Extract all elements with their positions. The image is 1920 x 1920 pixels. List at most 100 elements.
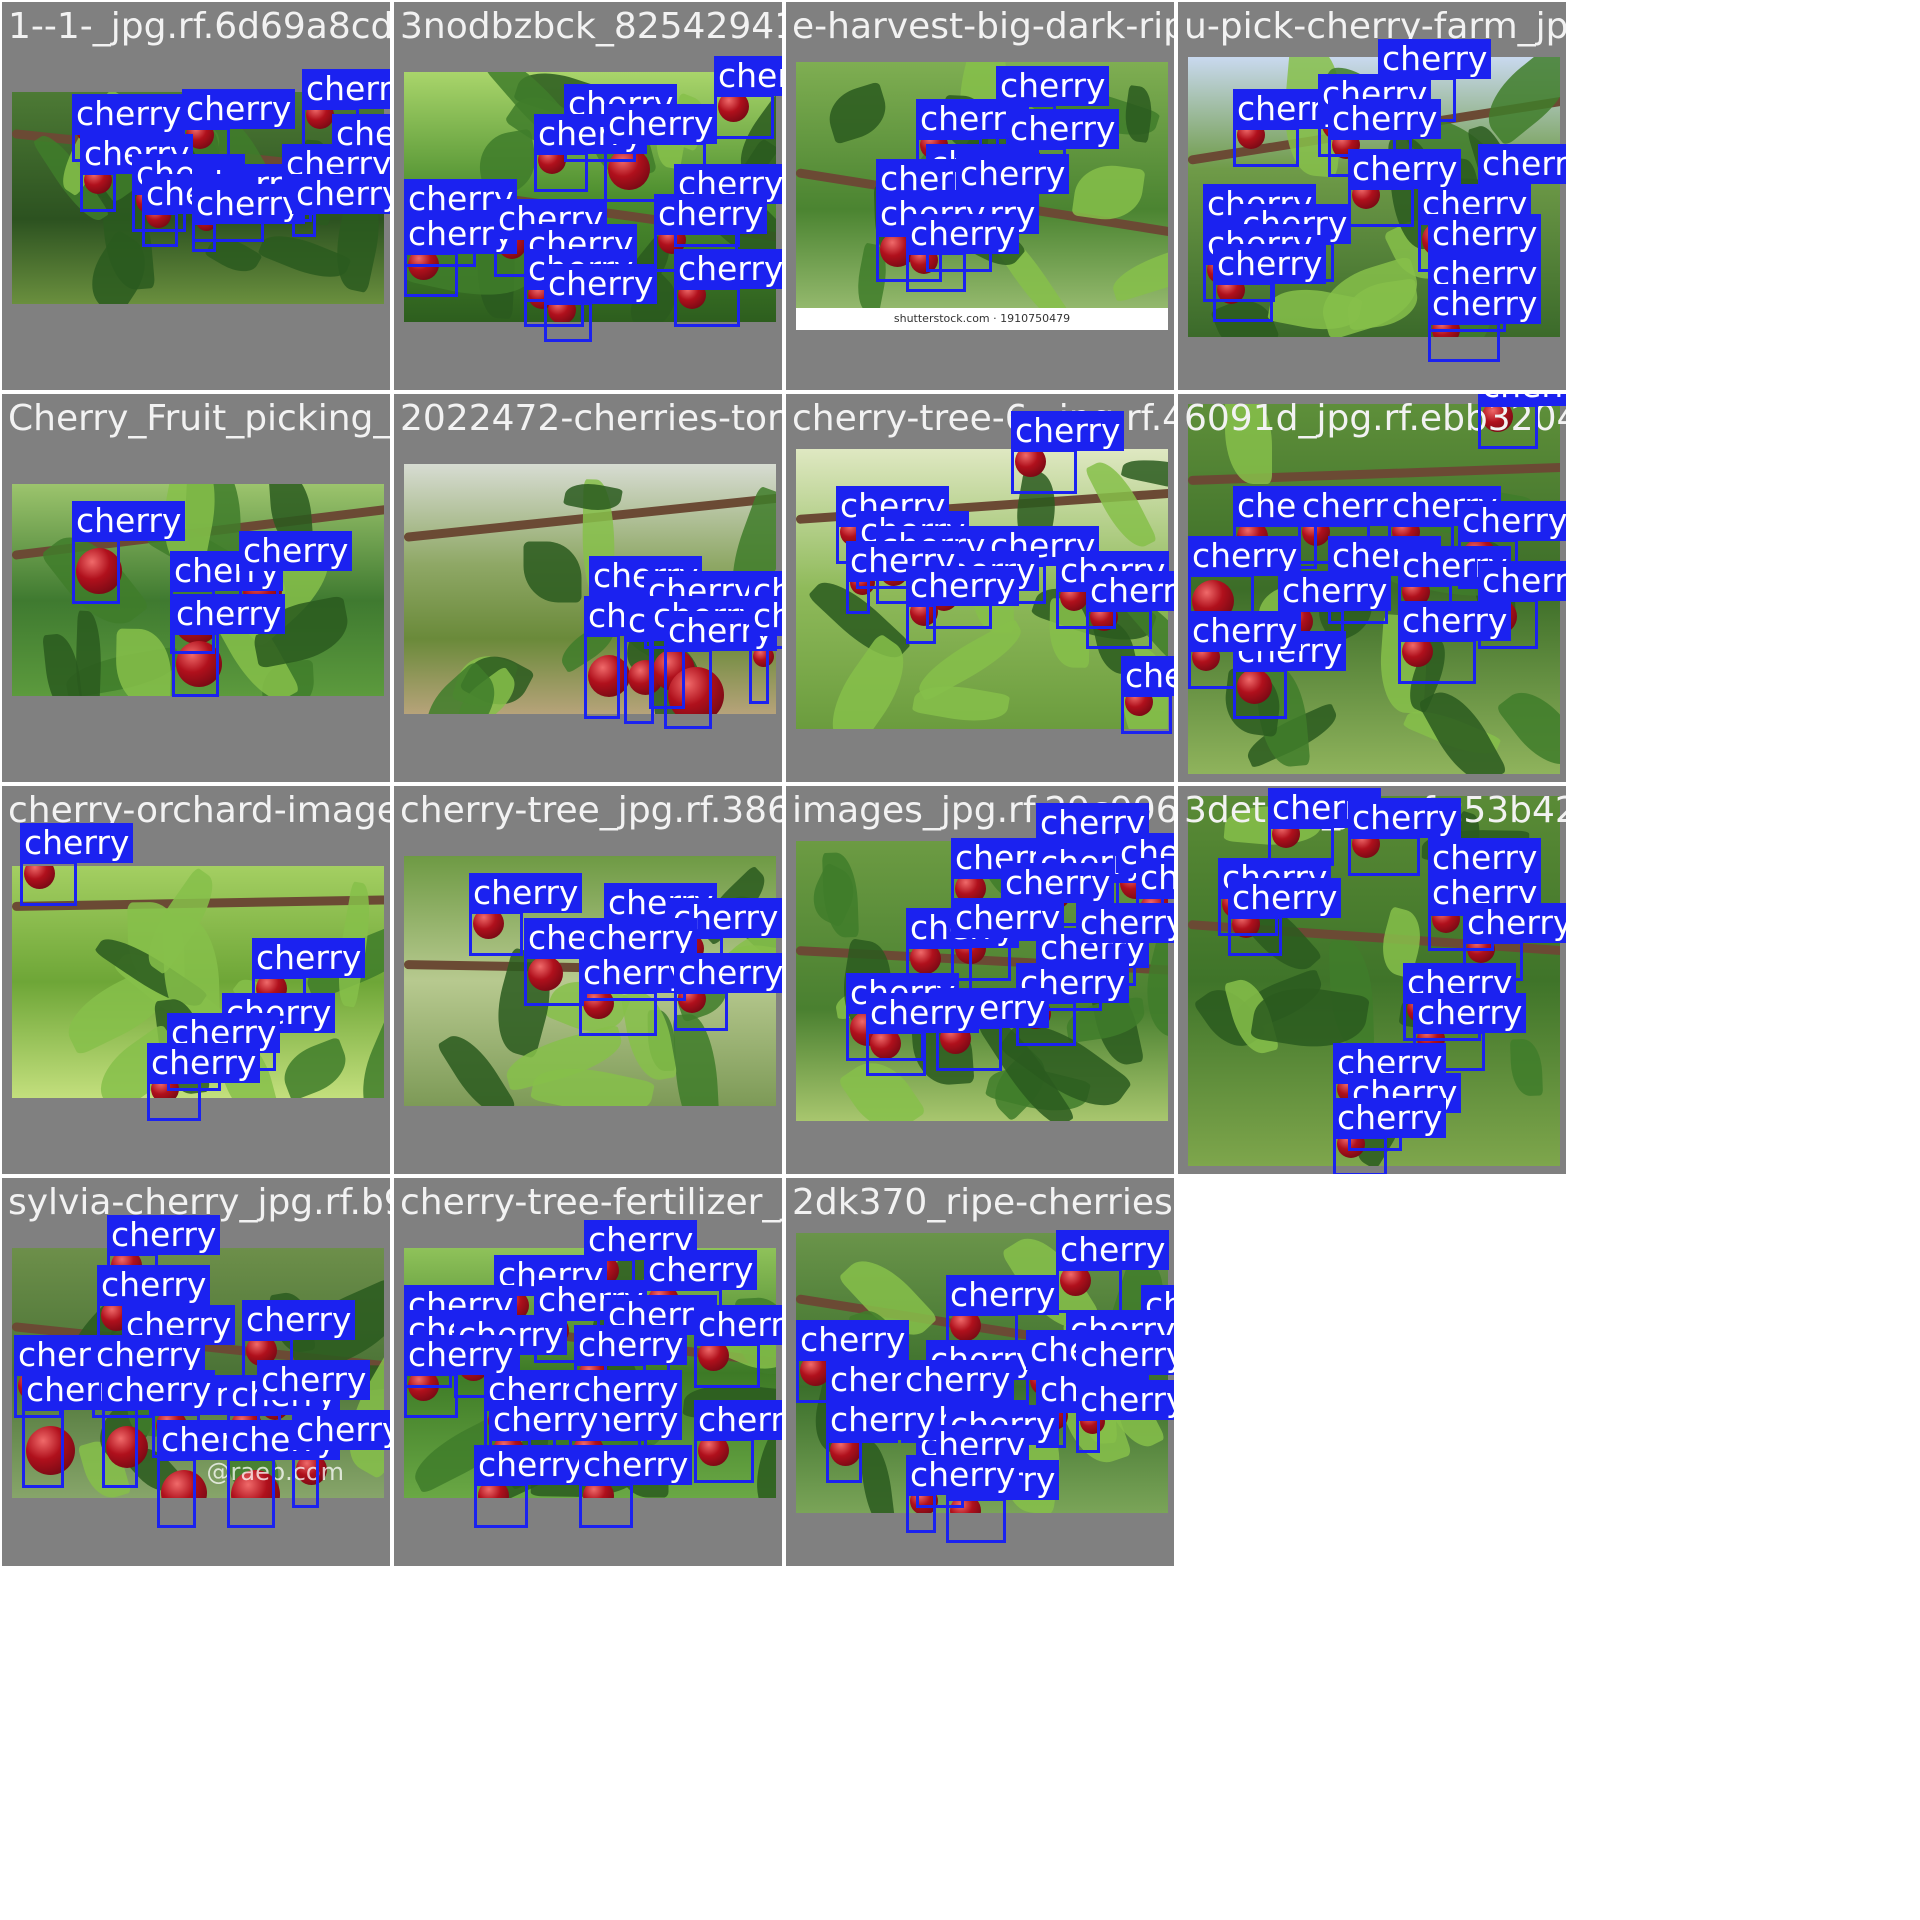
detection-box [674,991,728,1031]
detection-label: cherry [1076,1335,1174,1375]
detection-label: cherry [1228,878,1342,918]
detection-label: cherry [72,94,186,134]
detection-label: cherry [544,264,658,304]
detection-label: cherry [1478,144,1566,184]
detection-box [826,1438,862,1483]
detection-box [102,1408,138,1488]
detection-label: cherry [1001,863,1115,903]
detection-label: cherry [1006,109,1120,149]
image-tile: cherrycherrycherrycherrycherrycherrycher… [786,1178,1174,1566]
detection-label: cherry [97,1265,211,1305]
detection-label: cherry [654,194,768,234]
detection-label: cherry [1213,244,1327,284]
detection-box [866,1031,926,1076]
image-tile: cherrycherrycherrycherrycherrycherrycher… [786,394,1174,782]
detection-label: cherry [239,531,353,571]
detection-box [906,1493,936,1533]
detection-box [714,94,774,139]
detection-label: cherry [1398,601,1512,641]
detection-label: cherry [1348,149,1462,189]
detection-label: cherry [292,1410,390,1450]
detection-label: cherry [694,1305,782,1345]
detection-label: cherry [906,1455,1020,1495]
detection-label: cherry [796,1320,910,1360]
detection-box [157,1458,196,1528]
detection-box [1056,1268,1122,1313]
image-tile: cherrycherrycherrycherrycherrycherrycher… [1178,786,1566,1174]
detection-label: cherry [404,1335,518,1375]
image-tile: cherrycherrycherrycherrycherrycherrycher… [394,1178,782,1566]
detection-box [579,1483,633,1528]
detection-label: cherry [906,214,1020,254]
detection-label: cherry [1076,1380,1174,1420]
tile-filename: u-pick-cherry-farm_jpg.rf.5f7 [1184,6,1566,47]
detection-label: cherry [674,249,782,289]
detection-label: cherry [469,873,583,913]
detection-label: cherry [1136,858,1174,898]
detection-label: cherry [1056,1230,1170,1270]
detection-label: cherry [1278,571,1392,611]
detection-box [579,991,657,1036]
detection-label: cherry [1121,656,1174,696]
detection-label: cherry [1086,571,1174,611]
detection-box [22,1408,64,1488]
detection-label: cherry [1328,99,1442,139]
image-tile: cherrycherrycherrycherrycherrycherrycher… [394,2,782,390]
detection-box [1333,1136,1387,1174]
detection-label: cherry [749,596,782,636]
detection-label: cherry [569,1370,683,1410]
detection-box [906,252,966,292]
detection-label: cherry [574,1325,688,1365]
image-tile: cherrycherrycherrycherrycherrycherrycher… [786,786,1174,1174]
tile-filename: 3nodbzbck_8254294154_jpg.rf.a5ac6bd6 [400,6,782,47]
detection-label: cherry [604,104,718,144]
detection-label: cherry [1011,411,1125,451]
detection-label: cherry [257,1360,371,1400]
detection-label: cherry [192,184,306,224]
detection-label: cherry [1428,214,1542,254]
detection-label: cherry [102,1370,216,1410]
detection-box [1228,916,1282,956]
detection-label: cherry [1188,611,1302,651]
tile-filename: e-harvest-big-dark-ripe-200nw-1910750479 [792,6,1174,47]
detection-box [846,579,870,614]
detection-box [404,252,458,297]
image-tile: shutterstock.com · 1910750479 cherry cherr… [786,2,1174,390]
image-tile: cherry cherry cherry cherry Cherry_Fruit_pic… [2,394,390,782]
detection-label: cherry [1348,798,1462,838]
tile-filename: cherry-tree_jpg.rf.38698f3c3539a04e447f3… [400,790,782,831]
detection-label: cherry [292,174,390,214]
image-tile: cherrycherrycherrycherrycherrycherrycher… [2,2,390,390]
tile-filename: 2dk370_ripe-cherries-on-tree_jpg.rf.4738… [792,1182,1174,1223]
detection-box [1348,836,1420,876]
detection-box [544,302,592,342]
image-tile: cherrycherrycherrycherrycherrycherrycher… [394,786,782,1174]
detection-box [172,632,219,697]
detection-box [1213,282,1273,322]
detection-label: cherry [674,953,782,993]
detection-label: cherry [1076,903,1174,943]
detection-label: cherry [92,1335,206,1375]
image-tile: cherrycherrycherrycherrycherrycherrycher… [394,394,782,782]
detection-label: cherry [1428,838,1542,878]
detection-label: cherry [1378,39,1492,79]
detection-label: cherry [107,1215,221,1255]
detection-box [906,604,936,644]
detection-label: cherry [1478,394,1566,406]
image-tile: @raeb.com cherry cherry cherry cherry cherry c… [2,1178,390,1566]
detection-label: cherry [1463,903,1566,943]
detection-label: cherry [946,1275,1060,1315]
detection-box [80,172,116,212]
detection-box [1398,639,1476,684]
detection-box [147,1081,201,1121]
detection-box [946,1498,1006,1543]
detection-box [1478,404,1538,449]
detection-label: cherry [1413,993,1527,1033]
mosaic-grid: cherry cherry cherry cherry cherry cherry cher… [0,0,1920,1920]
detection-label: cherry [694,1400,782,1440]
detection-box [227,1458,275,1528]
detection-label: cherry [1333,1098,1447,1138]
detection-box [404,1373,458,1418]
detection-label: cherry [72,501,186,541]
tile-filename: 2022472-cherries-toronto_jpg.rf [400,398,782,439]
